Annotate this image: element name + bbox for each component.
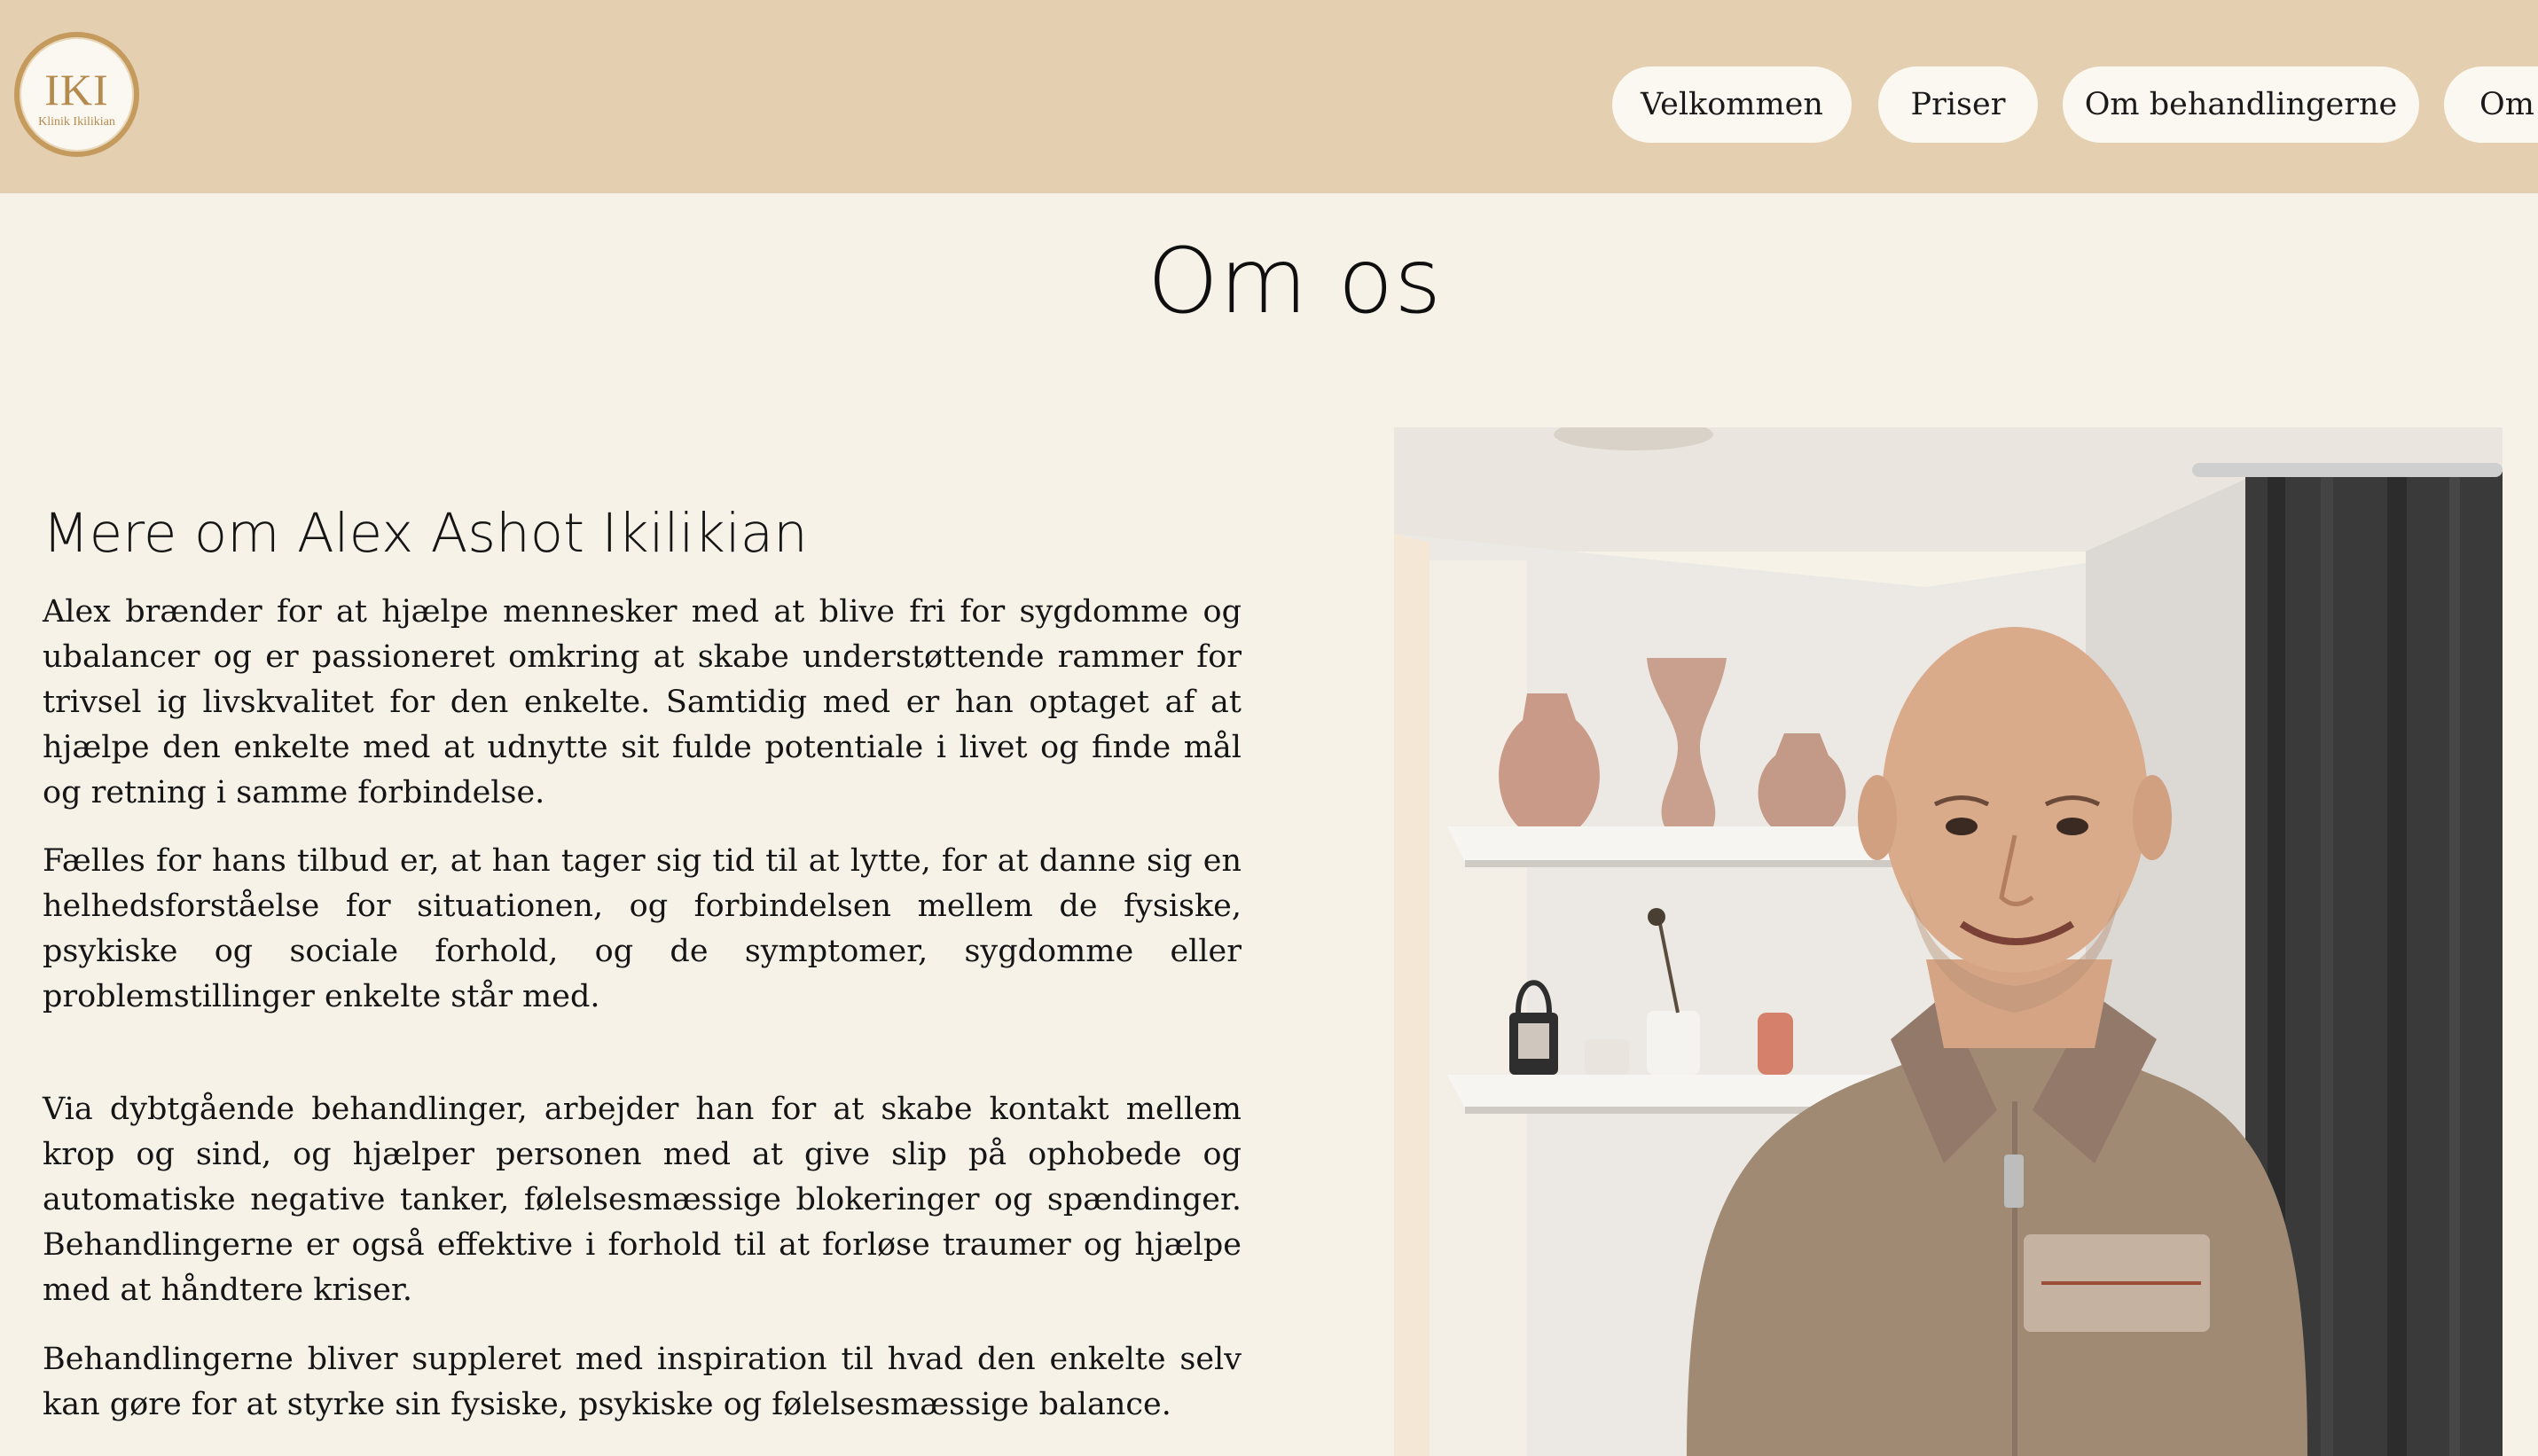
logo[interactable]: IKI Klinik Ikilikian — [14, 32, 139, 157]
paragraph-approach: Fælles for hans tilbud er, at han tager … — [43, 843, 1242, 1014]
portrait-photo — [1394, 427, 2503, 1456]
paragraph-treatments: Via dybtgående behandlinger, arbejder ha… — [43, 1092, 1242, 1308]
nav-item-om[interactable]: Om — [2444, 67, 2538, 143]
nav-item-velkommen[interactable]: Velkommen — [1612, 67, 1852, 143]
nav-item-priser[interactable]: Priser — [1878, 67, 2038, 143]
logo-subtitle: Klinik Ikilikian — [38, 115, 115, 129]
nav-item-om-behandlingerne[interactable]: Om behandlingerne — [2063, 67, 2419, 143]
paragraph-supplement: Behandlingerne bliver suppleret med insp… — [43, 1342, 1242, 1422]
page-title: Om os — [1147, 229, 1443, 334]
logo-mark: IKI — [44, 65, 109, 114]
section-subheading: Mere om Alex Ashot Ikilikian — [43, 502, 808, 565]
paragraph-intro: Alex brænder for at hjælpe mennesker med… — [43, 594, 1242, 810]
site-header: IKI Klinik Ikilikian Velkommen Priser Om… — [0, 0, 2538, 193]
